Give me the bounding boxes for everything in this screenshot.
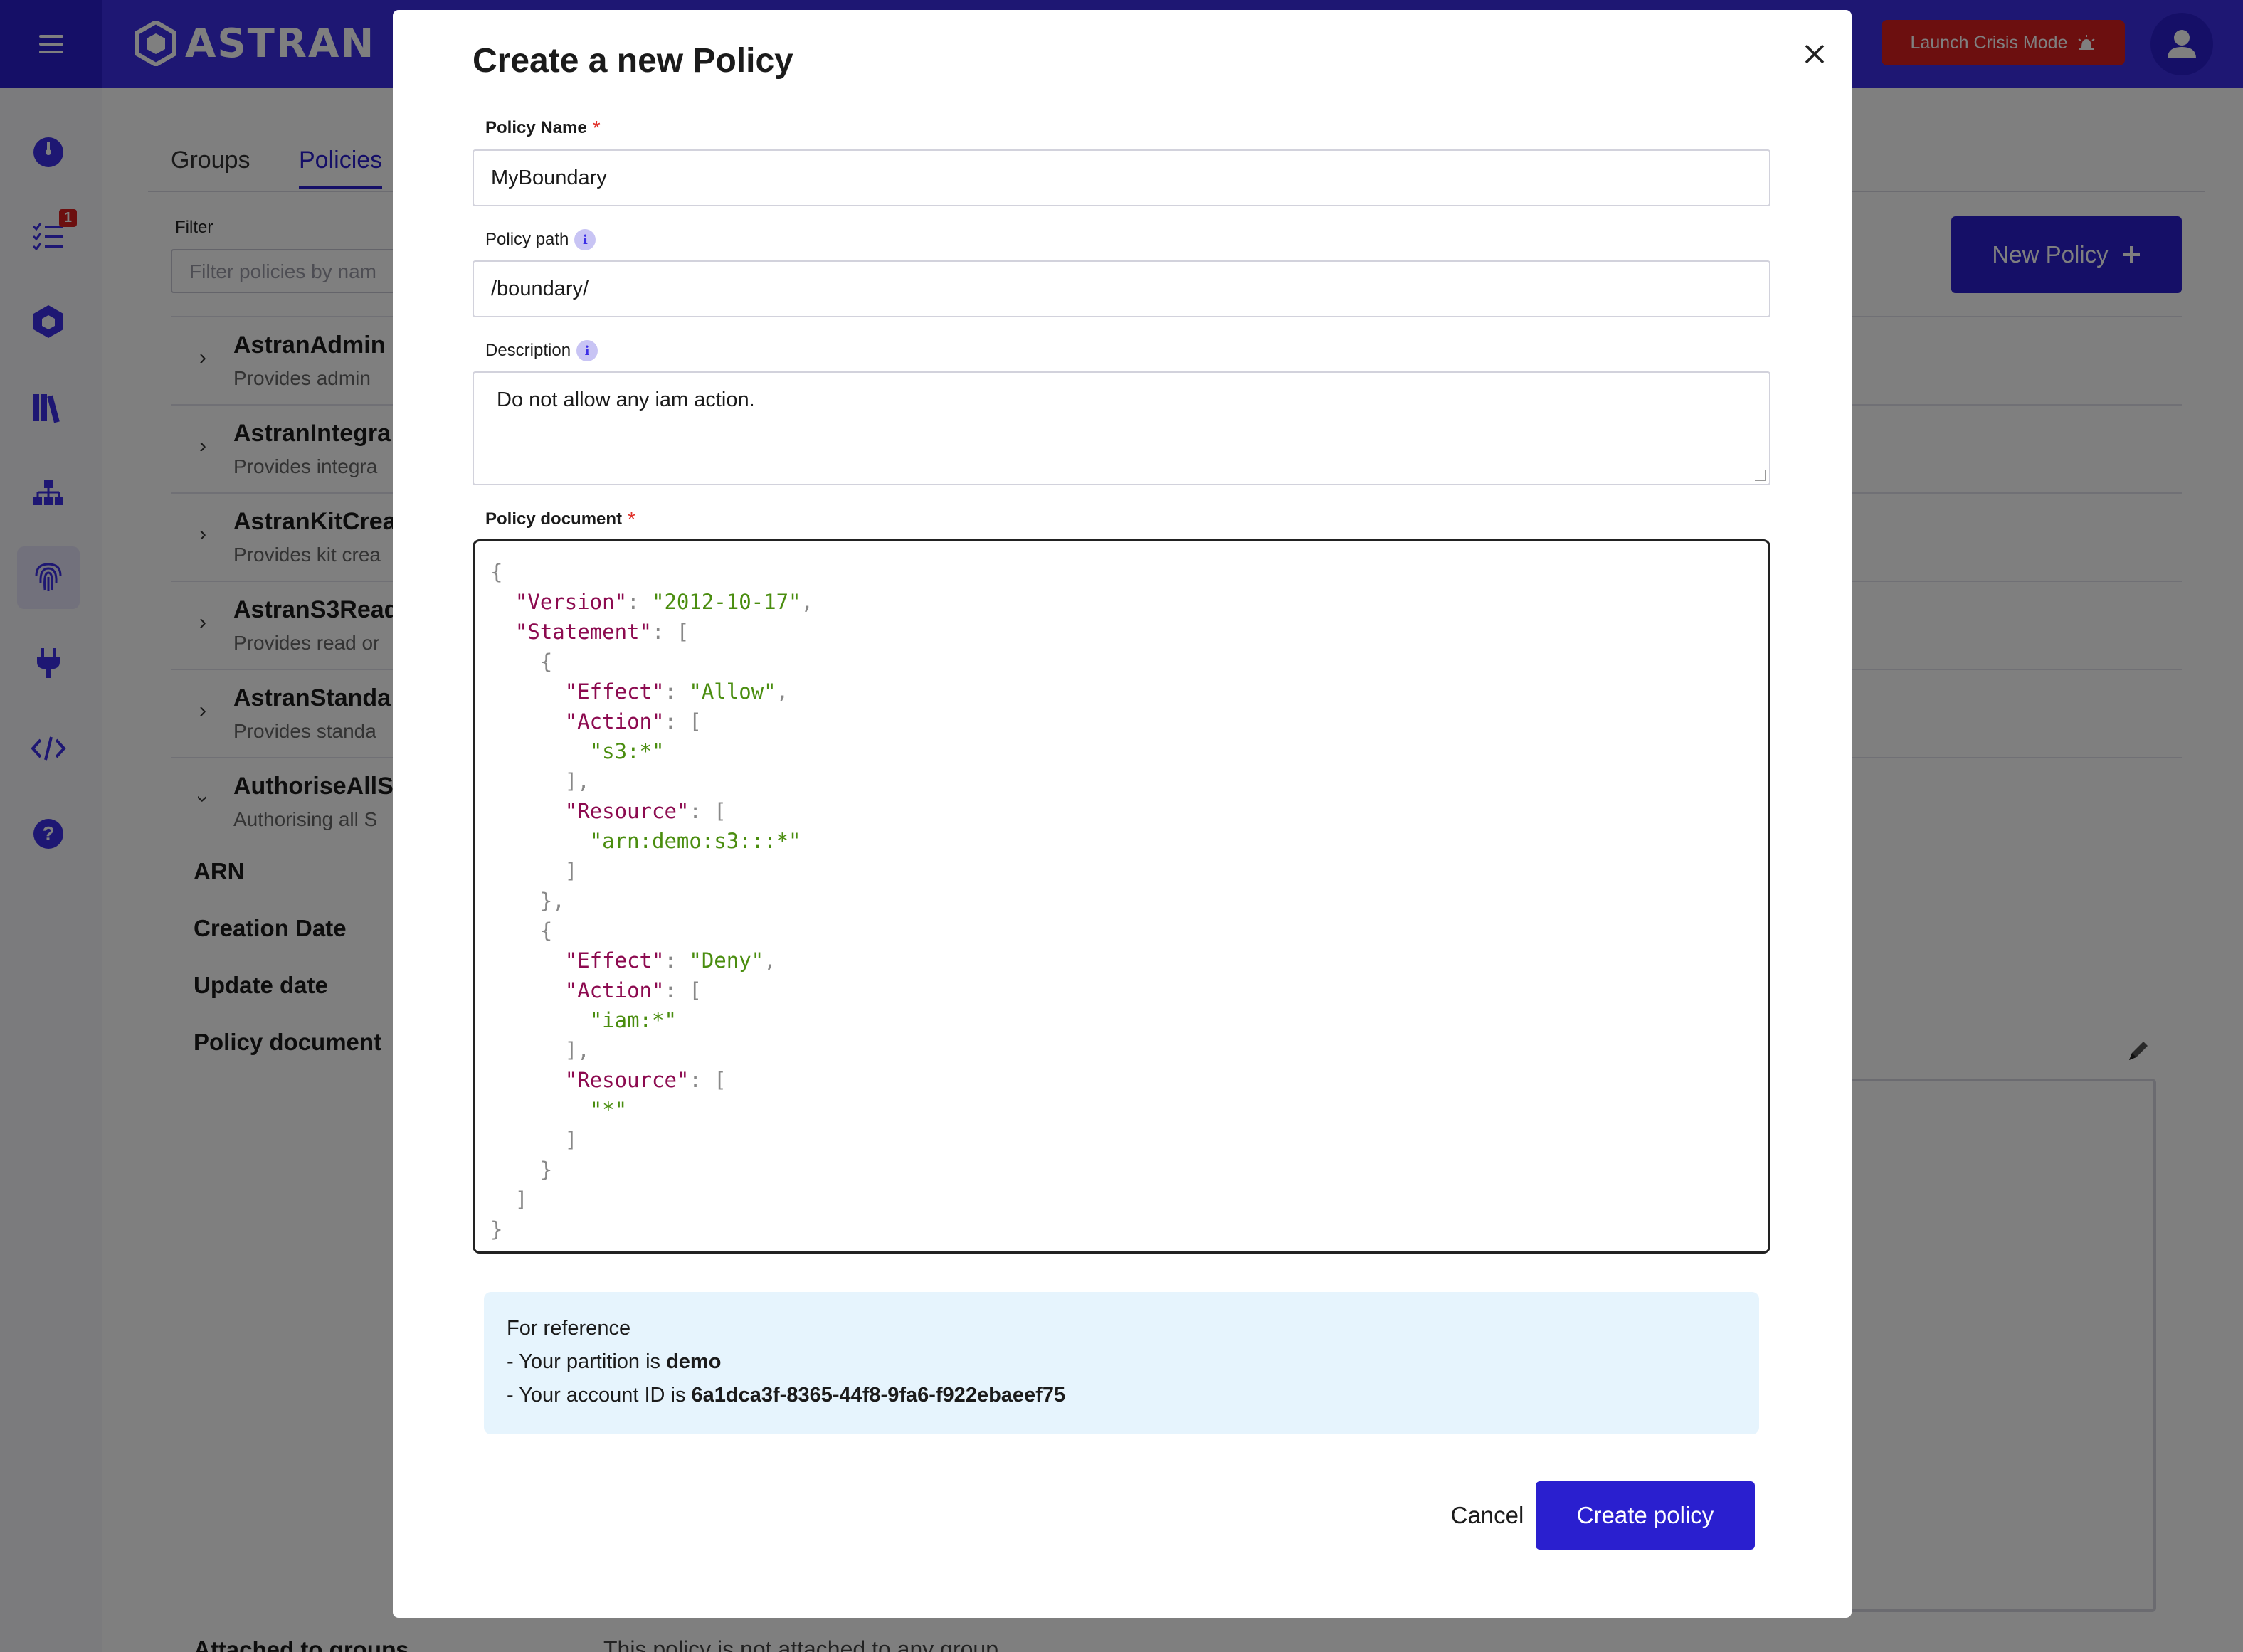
policy-path-label: Policy path i (485, 229, 596, 250)
description-label: Description i (485, 340, 598, 361)
required-marker: * (592, 117, 601, 139)
code-line: "Effect": "Allow", (564, 679, 789, 704)
code-line: "Action": [ (564, 978, 702, 1002)
policy-path-input[interactable]: /boundary/ (473, 260, 1770, 317)
policy-document-label: Policy document * (485, 508, 635, 531)
policy-name-label: Policy Name * (485, 117, 601, 139)
create-policy-button[interactable]: Create policy (1536, 1481, 1755, 1550)
code-line: "*" (589, 1098, 628, 1122)
close-button[interactable] (1792, 31, 1837, 77)
code-line: { (490, 560, 503, 584)
code-line: "arn:demo:s3:::*" (589, 829, 801, 853)
code-line: } (539, 1158, 553, 1182)
code-line: "Effect": "Deny", (564, 948, 776, 973)
code-line: "Version": "2012-10-17", (514, 590, 813, 614)
policy-name-input[interactable]: MyBoundary (473, 149, 1770, 206)
code-line: "s3:*" (589, 739, 665, 763)
code-line: ] (564, 1128, 578, 1152)
dialog-title: Create a new Policy (473, 42, 793, 80)
code-line: }, (539, 889, 565, 913)
account-prefix: - Your account ID is (507, 1384, 692, 1407)
partition-prefix: - Your partition is (507, 1350, 667, 1373)
partition-value: demo (666, 1350, 722, 1373)
code-line: ], (564, 1038, 590, 1062)
code-line: "Resource": [ (564, 1068, 727, 1092)
reference-info-box: For reference - Your partition is demo -… (484, 1292, 1759, 1434)
policy-document-label-text: Policy document (485, 509, 623, 529)
code-line: ] (514, 1187, 528, 1212)
policy-name-label-text: Policy Name (485, 118, 587, 137)
code-line: ] (564, 859, 578, 883)
partition-line: - Your partition is demo (507, 1345, 1736, 1379)
info-icon[interactable]: i (574, 229, 596, 250)
required-marker: * (628, 508, 635, 530)
code-line: ], (564, 769, 590, 793)
code-line: } (490, 1217, 503, 1241)
policy-path-label-text: Policy path (485, 230, 569, 249)
account-line: - Your account ID is 6a1dca3f-8365-44f8-… (507, 1379, 1736, 1412)
create-policy-dialog: Create a new Policy Policy Name * MyBound… (393, 10, 1852, 1618)
resize-handle-icon[interactable] (1755, 470, 1766, 481)
reference-title: For reference (507, 1317, 631, 1340)
info-icon[interactable]: i (576, 340, 598, 361)
account-id-value: 6a1dca3f-8365-44f8-9fa6-f922ebaeef75 (691, 1384, 1066, 1407)
description-textarea[interactable]: Do not allow any iam action. (473, 371, 1770, 485)
code-line: "Resource": [ (564, 799, 727, 823)
policy-document-editor[interactable]: { "Version": "2012-10-17", "Statement": … (473, 539, 1770, 1254)
code-line: { (539, 650, 553, 674)
code-line: { (539, 918, 553, 943)
code-line: "Action": [ (564, 709, 702, 734)
code-line: "Statement": [ (514, 620, 690, 644)
description-value: Do not allow any iam action. (497, 388, 755, 411)
close-icon (1805, 44, 1825, 64)
description-label-text: Description (485, 341, 571, 360)
code-line: "iam:*" (589, 1008, 677, 1032)
